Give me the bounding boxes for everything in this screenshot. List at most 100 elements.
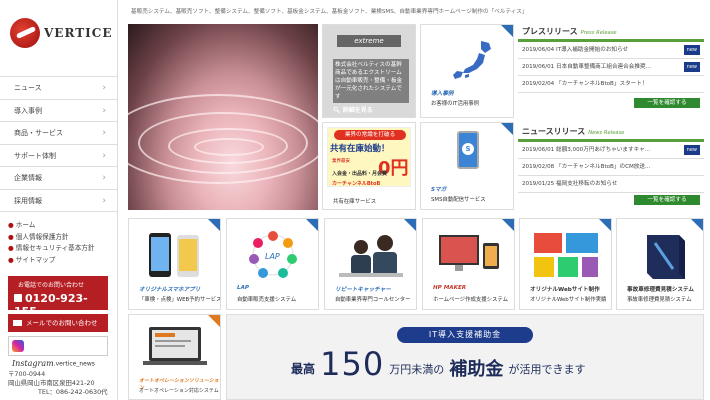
logo-mark-icon: [10, 18, 40, 48]
lap-wheel-icon: LAP: [249, 231, 297, 278]
smartphone-icon: S: [457, 131, 479, 169]
subsidy-headline: 最高 150 万円未満の 補助金 が活用できます: [291, 345, 585, 383]
nav-item-label: 商品・サービス: [14, 129, 63, 137]
it-subsidy-banner[interactable]: IT導入支援補助金 最高 150 万円未満の 補助金 が活用できます: [226, 314, 704, 400]
banner-title: 共有在庫始動！: [330, 144, 390, 154]
mail-contact-button[interactable]: メールでのお問い合わせ: [8, 314, 108, 332]
shared-stock-banner: 業界の常識を打破る 共有在庫始動！ 業界最安 0円 入会金・出品料・月会費 カー…: [327, 127, 411, 187]
sublink-sitemap[interactable]: ● サイトマップ: [8, 255, 95, 267]
nav-item-cases[interactable]: 導入事例 ›: [0, 100, 118, 122]
product-title: オリジナルWebサイト制作: [530, 287, 600, 293]
news-row[interactable]: 2019/01/25 福岡支社移転のお知らせ: [518, 176, 704, 193]
auto-subtitle: オートオペレーション対応システム: [139, 388, 219, 394]
monitor-icon: [439, 235, 499, 271]
product-tile-app[interactable]: オリジナルスマホアプリ 「車検・点検」WEB予約サービス: [128, 218, 221, 310]
news-row-text: 2019/06/01 総額3,000万円あげちゃいますキャ...: [522, 147, 651, 153]
bullet-icon: ●: [8, 221, 14, 229]
subsidy-unit: 万円未満の: [389, 363, 445, 376]
banner-fees: 入会金・出品料・月会費: [332, 171, 388, 177]
extreme-detail-button[interactable]: 🔍︎ 詳細を見る: [333, 105, 373, 114]
news-title: ニュースリリース: [522, 127, 586, 136]
new-badge: new: [683, 62, 700, 72]
svg-text:LAP: LAP: [265, 252, 280, 261]
instagram-icon: [12, 339, 24, 352]
sublink-label: サイトマップ: [15, 255, 56, 264]
auto-operation-tile[interactable]: オートオペレーションソリューション オートオペレーション対応システム: [128, 314, 221, 400]
news-more-button[interactable]: 一覧を確認する: [634, 195, 700, 205]
press-more-button[interactable]: 一覧を確認する: [634, 98, 700, 108]
product-tile-web[interactable]: オリジナルWebサイト制作 オリジナルWebサイト制作実績: [519, 218, 612, 310]
news-release-header: ニュースリリース News Release: [518, 124, 704, 142]
website-collage-icon: [534, 233, 598, 277]
product-tile-hp-maker[interactable]: HP MAKER ホームページ作成支援システム: [422, 218, 515, 310]
press-row-text: 2019/06/04 IT導入補助金開始のお知らせ: [522, 47, 629, 53]
address-tel: TEL：086-242-0630代: [38, 388, 108, 396]
subsidy-max: 最高: [291, 362, 316, 376]
sidebar: VERTICE ニュース › 導入事例 › 商品・サービス › サポート体制 › 企業情…: [0, 0, 118, 400]
smaga-tile[interactable]: S Sマガ SMS自動配信サービス: [420, 122, 514, 210]
news-row-text: 2019/01/25 福岡支社移転のお知らせ: [522, 181, 618, 187]
news-row[interactable]: 2019/02/08 「カーチャンネルBtoB」のCM放送...: [518, 159, 704, 176]
bullet-icon: ●: [8, 232, 14, 241]
shared-stock-tile[interactable]: 業界の常識を打破る 共有在庫始動！ 業界最安 0円 入会金・出品料・月会費 カー…: [322, 122, 416, 210]
nav-item-label: ニュース: [14, 84, 42, 92]
product-tile-repeat-catcher[interactable]: リピートキャッチャー 自動車業界専門コールセンター: [324, 218, 417, 310]
phone-contact-button[interactable]: お電話でのお問い合わせ 0120-923-155: [8, 276, 108, 318]
chevron-right-icon: ›: [102, 83, 106, 93]
nav-item-products[interactable]: 商品・サービス ›: [0, 122, 118, 145]
banner-note: 業界最安: [332, 159, 350, 164]
search-icon: 🔍︎: [333, 107, 341, 114]
sublink-privacy[interactable]: ● 個人情報保護方針: [8, 232, 95, 244]
corner-mark: [501, 123, 513, 135]
chevron-right-icon: ›: [102, 195, 106, 206]
new-badge: new: [683, 45, 700, 55]
subsidy-word: 補助金: [449, 359, 504, 380]
banner-brand: カーチャンネルBtoB: [332, 181, 381, 187]
extreme-tile[interactable]: extreme 株式会社ベルティスの基幹商品であるエクストリームは自動車販売・整…: [322, 24, 416, 118]
cases-subtitle: お客様のIT活用事例: [431, 101, 480, 107]
banner-headline: 業界の常識を打破る: [334, 130, 406, 140]
product-title: 事故車修理費見積システム: [627, 287, 694, 293]
company-address: 〒700-0944 岡山県岡山市南区泉田421-20 TEL：086-242-0…: [8, 370, 108, 397]
cases-tile[interactable]: 導入事例 お客様のIT活用事例: [420, 24, 514, 118]
press-row-text: 2019/06/01 日本自動車整備商工組合連合会推奨...: [522, 64, 651, 70]
product-tile-estimate[interactable]: 事故車修理費見積システム 事故車修理費見積システム: [616, 218, 704, 310]
phone-caption: お電話でのお問い合わせ: [18, 282, 85, 289]
instagram-word: Instagram: [12, 359, 54, 368]
press-row[interactable]: 2019/02/04 「カーチャンネルBtoB」スタート！: [518, 76, 704, 93]
chevron-right-icon: ›: [102, 105, 106, 116]
product-tile-lap[interactable]: LAP LAP 自動車販売支援システム: [226, 218, 319, 310]
press-row[interactable]: 2019/06/04 IT導入補助金開始のお知らせ new: [518, 42, 704, 59]
phone-icon: [14, 294, 22, 302]
cases-title: 導入事例: [431, 91, 454, 97]
detail-label: 詳細を見る: [342, 107, 373, 114]
nav-item-label: 企業情報: [14, 174, 42, 182]
chevron-right-icon: ›: [102, 173, 106, 183]
smartphone-app-icon: [149, 233, 199, 277]
product-title: HP MAKER: [433, 285, 467, 291]
vertice-logo[interactable]: VERTICE: [10, 18, 113, 48]
software-box-icon: [647, 235, 685, 279]
product-title: リピートキャッチャー: [335, 287, 391, 293]
press-subtitle: Press Release: [580, 30, 617, 36]
nav-item-support[interactable]: サポート体制 ›: [0, 145, 118, 167]
sublink-home[interactable]: ● ホーム: [8, 220, 95, 232]
nav-item-company[interactable]: 企業情報 ›: [0, 167, 118, 190]
hero-image: [128, 24, 318, 210]
logo-word: VERTICE: [44, 26, 113, 40]
smaga-icon-letter: S: [462, 143, 474, 155]
product-subtitle: 「車検・点検」WEB予約サービス: [139, 297, 221, 303]
news-row[interactable]: 2019/06/01 総額3,000万円あげちゃいますキャ... new: [518, 142, 704, 159]
press-row[interactable]: 2019/06/01 日本自動車整備商工組合連合会推奨... new: [518, 59, 704, 76]
mail-icon: [13, 320, 22, 326]
instagram-link[interactable]: Instagram.vertice_news: [8, 336, 108, 368]
press-release-header: プレスリリース Press Release: [518, 24, 704, 42]
sublink-security[interactable]: ● 情報セキュリティ基本方針: [8, 243, 95, 255]
instagram-handle: .vertice_news: [53, 360, 95, 368]
nav-item-news[interactable]: ニュース ›: [0, 77, 118, 100]
japan-map-icon: [453, 41, 491, 79]
bullet-icon: ●: [8, 255, 14, 264]
nav-item-recruit[interactable]: 採用情報 ›: [0, 190, 118, 212]
news-release-box: ニュースリリース News Release 2019/06/01 総額3,000万…: [518, 124, 704, 210]
subsidy-tail: が活用できます: [508, 363, 586, 376]
